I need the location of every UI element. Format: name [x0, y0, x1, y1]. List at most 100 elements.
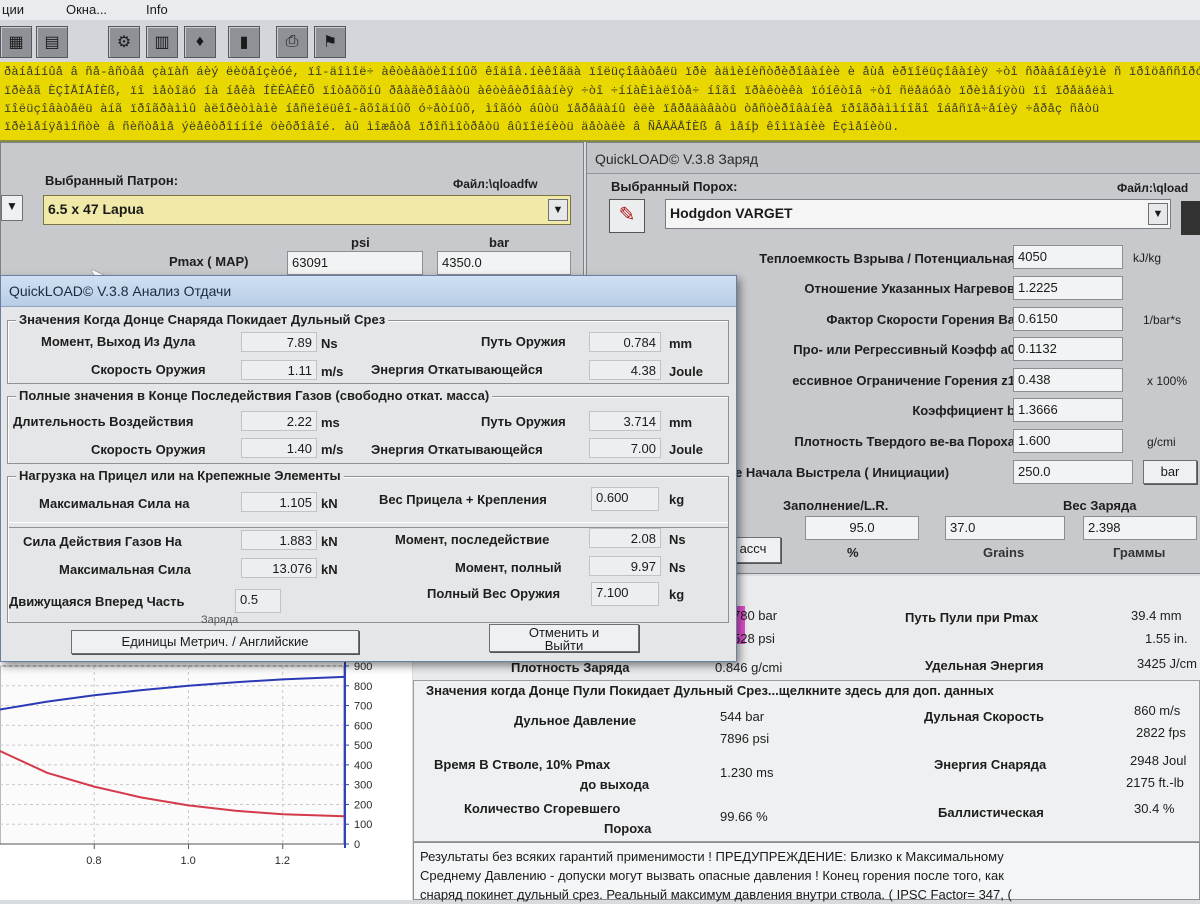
bar-unit-label: bar: [489, 235, 510, 250]
table-icon[interactable]: ▤: [36, 26, 68, 58]
param-unit: x 100%: [1147, 374, 1188, 388]
duration-label: Длительность Воздействия: [13, 414, 194, 429]
prev-dropdown-button[interactable]: ▼: [1, 195, 23, 221]
grains-field[interactable]: 37.0: [945, 516, 1065, 540]
param-value[interactable]: 4050: [1013, 245, 1123, 269]
y-tick-label: 300: [354, 780, 372, 792]
dialog-titlebar[interactable]: QuickLOAD© V.3.8 Анализ Отдачи: [1, 276, 736, 307]
recoil-energy-value: 4.38: [589, 360, 661, 380]
projectile-energy-label: Энергия Снаряда: [934, 757, 1047, 772]
muzzle-header[interactable]: Значения когда Донце Пули Покидает Дульн…: [426, 683, 994, 698]
gun-path-value: 0.784: [589, 332, 661, 352]
powder-icon[interactable]: ♦: [184, 26, 216, 58]
menu-item-windows[interactable]: Окна...: [66, 2, 107, 17]
units-toggle-button[interactable]: Единицы Метрич. / Английские: [71, 630, 359, 654]
x-tick-label: 0.8: [86, 855, 101, 867]
scope-weight-field[interactable]: 0.600: [591, 487, 659, 511]
menu-item-file[interactable]: ции: [2, 2, 24, 17]
recoil-energy-full-value: 7.00: [589, 438, 661, 458]
barrel-time-label: Время В Стволе, 10% Pmax: [434, 757, 611, 772]
muzzle-velocity-label: Дульная Скорость: [924, 709, 1044, 724]
chevron-down-icon[interactable]: ▼: [548, 199, 568, 221]
bar-chart-icon[interactable]: ▮: [228, 26, 260, 58]
banner-line: ïðèåã ÈÇÌÅÍÅÍÈß, ïî ìåòîäó íà íåêà ÍÈÊÀÊ…: [4, 84, 1115, 98]
max-force-unit: kN: [321, 496, 338, 511]
cartridge-select-value: 6.5 x 47 Lapua: [48, 201, 144, 217]
muzzle-pressure-label: Дульное Давление: [514, 713, 637, 728]
moment-after-unit: Ns: [669, 532, 686, 547]
powder-select-value: Hodgdon VARGET: [670, 205, 793, 221]
y-tick-label: 0: [354, 839, 360, 851]
bullet-path-in: 1.55 in.: [1145, 631, 1188, 646]
barrel-time-value: 1.230 ms: [720, 765, 774, 780]
param-label: Коэффициент b: [912, 403, 1015, 418]
muzzle-group[interactable]: Значения когда Донце Пули Покидает Дульн…: [413, 680, 1200, 842]
printer-icon[interactable]: ⎙: [276, 26, 308, 58]
muzzle-velocity-fps: 2822 fps: [1136, 725, 1186, 740]
param-value[interactable]: 0.1132: [1013, 337, 1123, 361]
gun-path-unit: mm: [669, 336, 693, 351]
fill-label: Заполнение/L.R.: [783, 498, 889, 513]
param-value[interactable]: 0.6150: [1013, 307, 1123, 331]
gun-speed-full-label: Скорость Оружия: [91, 442, 206, 457]
projectile-energy-ftlb: 2175 ft.-lb: [1126, 775, 1184, 790]
ballistic-value: 30.4 %: [1134, 801, 1175, 816]
density-value: 0.846 g/cmi: [715, 660, 783, 675]
burnt-powder-label: Количество Сгоревшего: [464, 801, 621, 816]
muzzle-pressure-bar: 544 bar: [720, 709, 765, 724]
cartridge-file-label: Файл:\qloadfw: [453, 177, 538, 191]
recoil-energy-unit: Joule: [669, 364, 703, 379]
menu-item-info[interactable]: Info: [146, 2, 168, 17]
settings-icon[interactable]: ⚙: [108, 26, 140, 58]
powder-label: Выбранный Порох:: [611, 179, 738, 194]
dialog-title: QuickLOAD© V.3.8 Анализ Отдачи: [9, 283, 232, 299]
cancel-exit-button[interactable]: Отменить и Выйти: [489, 624, 639, 652]
grams-field[interactable]: 2.398: [1083, 516, 1197, 540]
moment-full-label: Момент, полный: [455, 560, 562, 575]
moment-full-unit: Ns: [669, 560, 686, 575]
gun-path-label: Путь Оружия: [481, 334, 566, 349]
cancel-button-label-2: Выйти: [544, 638, 584, 652]
chevron-down-icon: ▼: [6, 199, 18, 213]
ignition-unit-button[interactable]: bar: [1143, 460, 1197, 484]
cartridge-panel: ▼ Выбранный Патрон: Файл:\qloadfw 6.5 x …: [0, 142, 584, 287]
pmax-psi-field[interactable]: 63091: [287, 251, 423, 275]
flag-icon[interactable]: ⚑: [314, 26, 346, 58]
param-label: Теплоемкость Взрыва / Потенциальная: [759, 251, 1015, 266]
ignition-field[interactable]: 250.0: [1013, 460, 1133, 484]
param-value[interactable]: 0.438: [1013, 368, 1123, 392]
pmax-bar-field[interactable]: 4350.0: [437, 251, 571, 275]
pressure-psi-value: 528 psi: [733, 631, 775, 646]
recoil-energy-full-label: Энергия Откатывающейся: [371, 442, 543, 457]
forward-part-field[interactable]: 0.5: [235, 589, 281, 613]
powder-file-label: Файл:\qload: [1117, 181, 1189, 195]
param-value[interactable]: 1.600: [1013, 429, 1123, 453]
charge-window-title: QuickLOAD© V.3.8 Заряд: [595, 151, 759, 167]
cartridge-icon[interactable]: ▥: [146, 26, 178, 58]
grid-icon[interactable]: ▦: [0, 26, 32, 58]
gas-force-value: 1.883: [241, 530, 317, 550]
gun-speed-label: Скорость Оружия: [91, 362, 206, 377]
gun-weight-field[interactable]: 7.100: [591, 582, 659, 606]
gas-force-unit: kN: [321, 534, 338, 549]
powder-icon[interactable]: ✎: [609, 199, 645, 233]
pressure-bar-value: 780 bar: [733, 608, 778, 623]
powder-select[interactable]: Hodgdon VARGET ▼: [665, 199, 1171, 229]
chart-svg: 0 100 200 300 400 500 600 700 800 900 0.8 1.0 1.2: [0, 660, 372, 867]
ignition-label: е Начала Выстрела ( Инициации): [735, 465, 950, 480]
group-title: Полные значения в Конце Последействия Га…: [16, 388, 493, 403]
cartridge-select[interactable]: 6.5 x 47 Lapua ▼: [43, 195, 571, 225]
moment-exit-label: Момент, Выход Из Дула: [41, 334, 196, 349]
grains-unit: Grains: [983, 545, 1025, 560]
gun-speed-value: 1.11: [241, 360, 317, 380]
param-unit: g/cmi: [1147, 435, 1176, 449]
cartridge-label: Выбранный Патрон:: [45, 173, 179, 188]
param-unit: kJ/kg: [1133, 251, 1162, 265]
param-value[interactable]: 1.2225: [1013, 276, 1123, 300]
max-force-label: Максимальная Сила на: [39, 496, 190, 511]
chevron-down-icon[interactable]: ▼: [1148, 203, 1168, 225]
y-tick-label: 900: [354, 661, 372, 673]
fill-field[interactable]: 95.0: [805, 516, 919, 540]
param-value[interactable]: 1.3666: [1013, 398, 1123, 422]
gun-weight-label: Полный Вес Оружия: [427, 586, 561, 601]
